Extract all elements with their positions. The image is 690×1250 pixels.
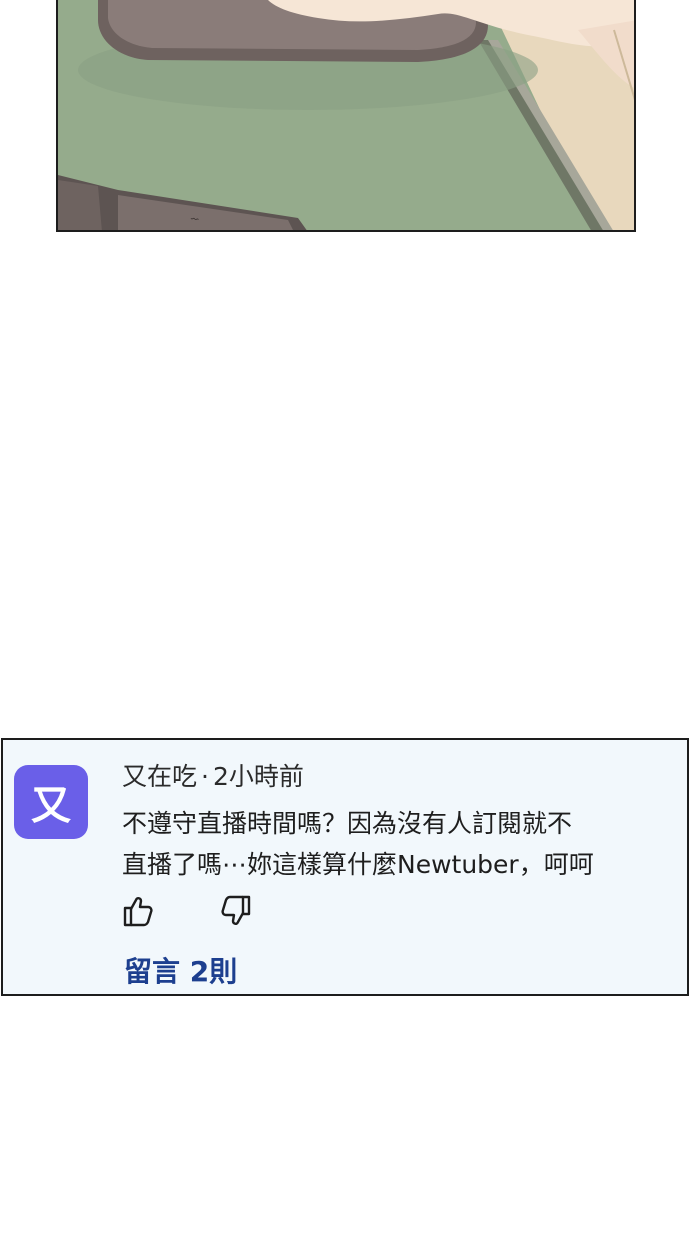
- thumbs-down-icon: [221, 895, 251, 925]
- comment-meta: 又在吃 · 2小時前: [122, 762, 304, 792]
- avatar[interactable]: 又: [14, 765, 88, 839]
- comment-card: 又 又在吃 · 2小時前 不遵守直播時間嗎？因為沒有人訂閱就不 直播了嗎⋯妳這樣算什…: [1, 738, 689, 996]
- comment-line: 直播了嗎⋯妳這樣算什麼Newtuber，呵呵: [122, 850, 594, 879]
- timestamp: 2小時前: [212, 762, 304, 791]
- like-button[interactable]: [121, 894, 155, 928]
- comic-illustration: ⌇: [58, 0, 634, 230]
- avatar-letter: 又: [31, 783, 71, 829]
- meta-separator: ·: [201, 762, 209, 791]
- username[interactable]: 又在吃: [122, 762, 197, 791]
- thumbs-up-icon: [123, 897, 153, 927]
- dislike-button[interactable]: [219, 894, 253, 928]
- comment-line: 不遵守直播時間嗎？因為沒有人訂閱就不: [122, 809, 573, 838]
- view-replies-link[interactable]: 留言 2則: [124, 955, 237, 989]
- comic-panel: ⌇: [56, 0, 636, 232]
- comment-body: 不遵守直播時間嗎？因為沒有人訂閱就不 直播了嗎⋯妳這樣算什麼Newtuber，呵…: [122, 803, 667, 885]
